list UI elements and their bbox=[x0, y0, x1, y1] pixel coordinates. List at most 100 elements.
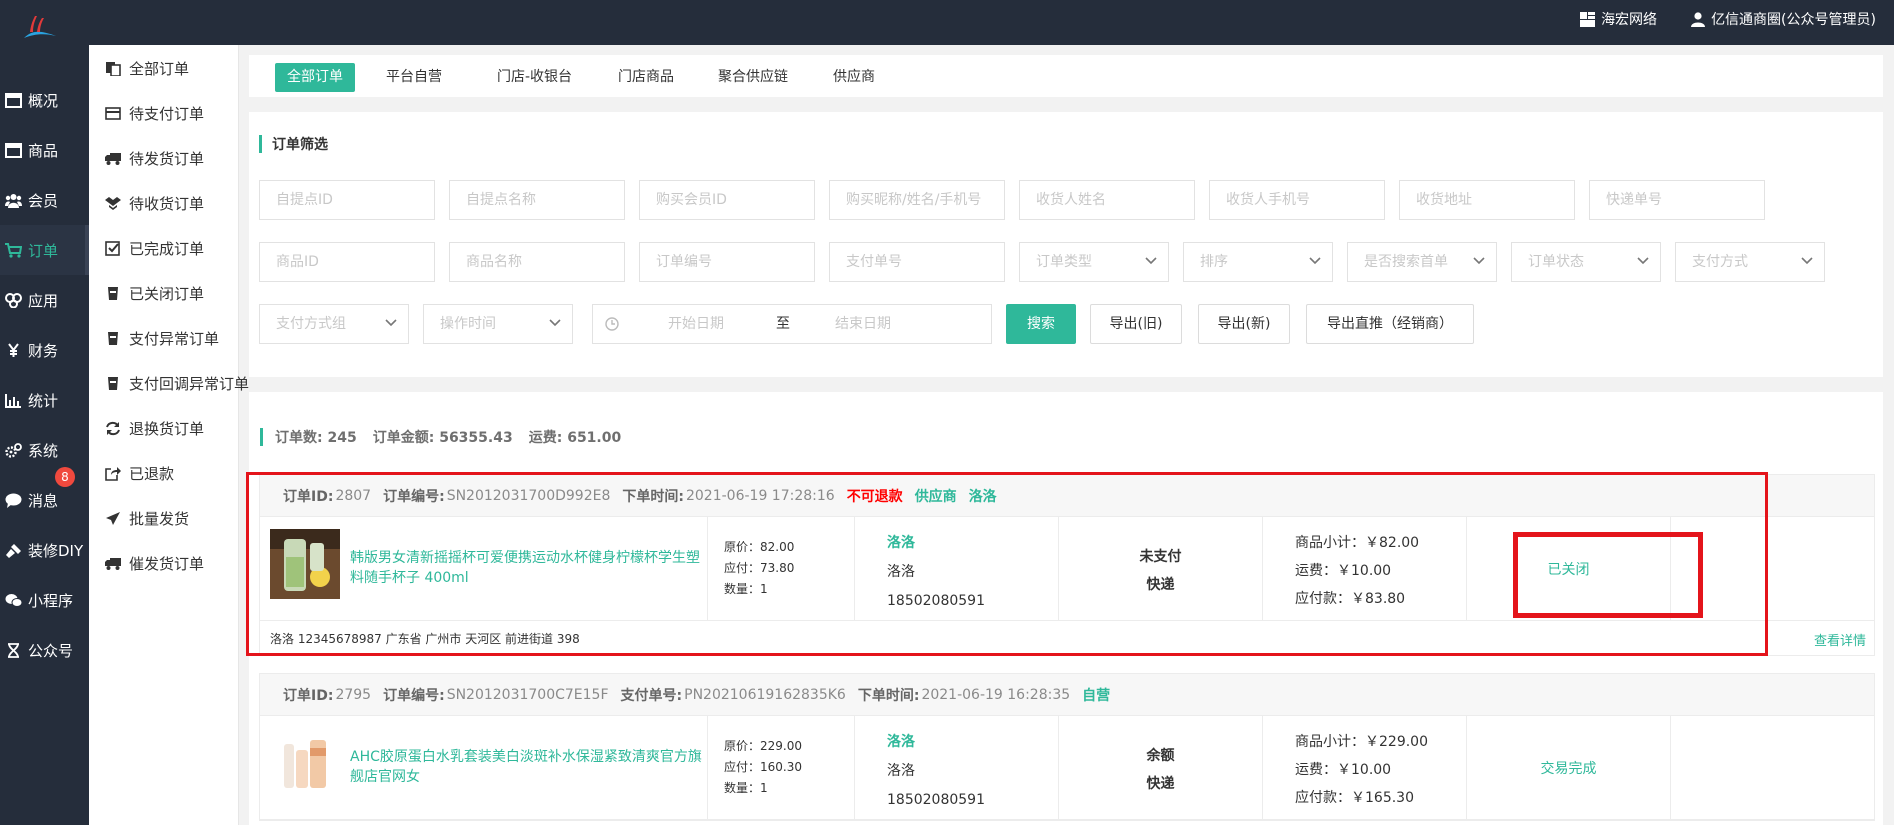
payment-method-select[interactable]: 支付方式 bbox=[1675, 242, 1825, 282]
order-type-select[interactable]: 订单类型 bbox=[1019, 242, 1169, 282]
hourglass-icon bbox=[8, 642, 19, 658]
highlight-box-status bbox=[1513, 532, 1703, 618]
quantity: 数量：1 bbox=[724, 781, 768, 795]
address-input[interactable]: 收货地址 bbox=[1399, 180, 1575, 220]
dashboard-icon bbox=[5, 92, 22, 108]
subnav-callback-exception[interactable]: 支付回调异常订单 bbox=[105, 372, 249, 394]
goods-subtotal: 商品小计：￥229.00 bbox=[1295, 734, 1428, 750]
nav-item-messages[interactable]: 消息 8 bbox=[0, 467, 89, 525]
order-amount: 56355.43 bbox=[439, 430, 513, 446]
order-row: AHC胶原蛋白水乳套装美白淡斑补水保湿紧致清爽官方旗舰店官网女 原价：229.0… bbox=[260, 716, 1874, 820]
order-status-select[interactable]: 订单状态 bbox=[1511, 242, 1661, 282]
date-separator: 至 bbox=[776, 316, 790, 332]
tab-store-goods[interactable]: 门店商品 bbox=[606, 63, 686, 92]
nav-item-goods[interactable]: 商品 bbox=[0, 125, 89, 175]
export-old-button[interactable]: 导出(旧) bbox=[1090, 304, 1182, 344]
order-type-tabs: 全部订单 平台自营 门店-收银台 门店商品 聚合供应链 供应商 bbox=[249, 55, 1883, 97]
original-price: 原价：229.00 bbox=[724, 739, 802, 753]
top-bar: 海宏网络 亿信通商圈(公众号管理员) bbox=[0, 0, 1894, 45]
cup-icon bbox=[108, 286, 118, 300]
chevron-down-icon bbox=[1801, 257, 1813, 265]
order-header: 订单ID: 2795 订单编号: SN2012031700C7E15F 支付单号… bbox=[260, 674, 1874, 716]
user-name: 亿信通商圈(公众号管理员) bbox=[1711, 12, 1876, 28]
check-square-icon bbox=[105, 240, 120, 256]
cup-icon bbox=[108, 376, 118, 390]
export-direct-button[interactable]: 导出直推（经销商） bbox=[1306, 304, 1474, 344]
search-button[interactable]: 搜索 bbox=[1006, 304, 1076, 344]
subnav-pending-receipt[interactable]: 待收货订单 bbox=[105, 192, 204, 214]
subnav-closed[interactable]: 已关闭订单 bbox=[105, 282, 204, 304]
product-name-link[interactable]: AHC胶原蛋白水乳套装美白淡斑补水保湿紧致清爽官方旗舰店官网女 bbox=[350, 747, 708, 787]
order-summary: 订单数: 245 订单金额: 56355.43 运费: 651.00 bbox=[260, 427, 637, 447]
chevron-down-icon bbox=[1145, 257, 1157, 265]
member-id-input[interactable]: 购买会员ID bbox=[639, 180, 815, 220]
operation-time-select[interactable]: 操作时间 bbox=[423, 304, 573, 344]
order-card: 订单ID: 2795 订单编号: SN2012031700C7E15F 支付单号… bbox=[259, 673, 1875, 821]
user-icon bbox=[1691, 11, 1706, 27]
cup-icon bbox=[108, 331, 118, 345]
nav-item-overview[interactable]: 概况 bbox=[0, 75, 89, 125]
nav-item-miniprogram[interactable]: 小程序 bbox=[0, 575, 89, 625]
chevron-down-icon bbox=[1473, 257, 1485, 265]
buyer-search-input[interactable]: 购买昵称/姓名/手机号 bbox=[829, 180, 1005, 220]
nav-item-system[interactable]: 系统 bbox=[0, 425, 89, 475]
subnav-payment-exception[interactable]: 支付异常订单 bbox=[105, 327, 219, 349]
subnav-returns[interactable]: 退换货订单 bbox=[105, 417, 204, 439]
nav-item-members[interactable]: 会员 bbox=[0, 175, 89, 225]
date-range-picker[interactable]: 开始日期 至 结束日期 bbox=[592, 304, 992, 344]
subnav-refunded[interactable]: 已退款 bbox=[105, 462, 174, 484]
order-status: 交易完成 bbox=[1540, 761, 1597, 777]
tab-supplier[interactable]: 供应商 bbox=[821, 63, 887, 92]
first-order-select[interactable]: 是否搜索首单 bbox=[1347, 242, 1497, 282]
product-thumbnail[interactable] bbox=[270, 728, 340, 798]
buyer-name: 洛洛 bbox=[887, 763, 915, 779]
sort-select[interactable]: 排序 bbox=[1183, 242, 1333, 282]
user-menu[interactable]: 亿信通商圈(公众号管理员) bbox=[1691, 9, 1876, 29]
payment-cell: 余额 快递 bbox=[1059, 716, 1263, 820]
tab-all-orders[interactable]: 全部订单 bbox=[275, 63, 355, 92]
tab-aggregate-supply[interactable]: 聚合供应链 bbox=[706, 63, 800, 92]
company-name: 海宏网络 bbox=[1601, 12, 1658, 28]
brand-logo[interactable] bbox=[22, 16, 58, 42]
tab-store-cashier[interactable]: 门店-收银台 bbox=[485, 63, 584, 92]
view-detail-link[interactable]: 查看详情 bbox=[1814, 630, 1866, 649]
payment-group-select[interactable]: 支付方式组 bbox=[259, 304, 409, 344]
payable-amount: 应付款：￥165.30 bbox=[1295, 790, 1414, 806]
users-icon bbox=[5, 193, 22, 208]
product-cell: AHC胶原蛋白水乳套装美白淡斑补水保湿紧致清爽官方旗舰店官网女 bbox=[260, 716, 708, 820]
subnav-pending-payment[interactable]: 待支付订单 bbox=[105, 102, 204, 124]
order-number-input[interactable]: 订单编号 bbox=[639, 242, 815, 282]
subnav-urge-shipment[interactable]: 催发货订单 bbox=[105, 552, 204, 574]
nav-item-apps[interactable]: 应用 bbox=[0, 275, 89, 325]
company-menu[interactable]: 海宏网络 bbox=[1580, 9, 1657, 29]
goods-icon bbox=[5, 142, 22, 158]
gears-icon bbox=[5, 442, 22, 458]
chevron-down-icon bbox=[1637, 257, 1649, 265]
subnav-completed[interactable]: 已完成订单 bbox=[105, 237, 204, 259]
subnav-pending-shipment[interactable]: 待发货订单 bbox=[105, 147, 204, 169]
yen-icon bbox=[8, 342, 19, 357]
nav-item-statistics[interactable]: 统计 bbox=[0, 375, 89, 425]
export-new-button[interactable]: 导出(新) bbox=[1198, 304, 1290, 344]
receiver-phone-input[interactable]: 收货人手机号 bbox=[1209, 180, 1385, 220]
pickup-id-input[interactable]: 自提点ID bbox=[259, 180, 435, 220]
nav-item-finance[interactable]: 财务 bbox=[0, 325, 89, 375]
product-name-input[interactable]: 商品名称 bbox=[449, 242, 625, 282]
amount-cell: 商品小计：￥229.00 运费：￥10.00 应付款：￥165.30 bbox=[1263, 716, 1467, 820]
order-time: 2021-06-19 16:28:35 bbox=[921, 686, 1071, 703]
due-price: 应付：160.30 bbox=[724, 760, 802, 774]
share-icon bbox=[105, 466, 121, 481]
subnav-all-orders[interactable]: 全部订单 bbox=[105, 57, 189, 79]
payment-number-input[interactable]: 支付单号 bbox=[829, 242, 1005, 282]
nav-item-diy[interactable]: 装修DIY bbox=[0, 525, 89, 575]
subnav-batch-ship[interactable]: 批量发货 bbox=[105, 507, 189, 529]
nav-item-official-account[interactable]: 公众号 bbox=[0, 625, 89, 675]
payment-status: 余额 bbox=[1146, 748, 1175, 764]
nav-item-orders[interactable]: 订单 bbox=[0, 225, 89, 275]
receiver-name-input[interactable]: 收货人姓名 bbox=[1019, 180, 1195, 220]
product-id-input[interactable]: 商品ID bbox=[259, 242, 435, 282]
tab-platform-self[interactable]: 平台自营 bbox=[374, 63, 454, 92]
buyer-nickname-link[interactable]: 洛洛 bbox=[887, 728, 985, 757]
tracking-number-input[interactable]: 快递单号 bbox=[1589, 180, 1765, 220]
pickup-name-input[interactable]: 自提点名称 bbox=[449, 180, 625, 220]
